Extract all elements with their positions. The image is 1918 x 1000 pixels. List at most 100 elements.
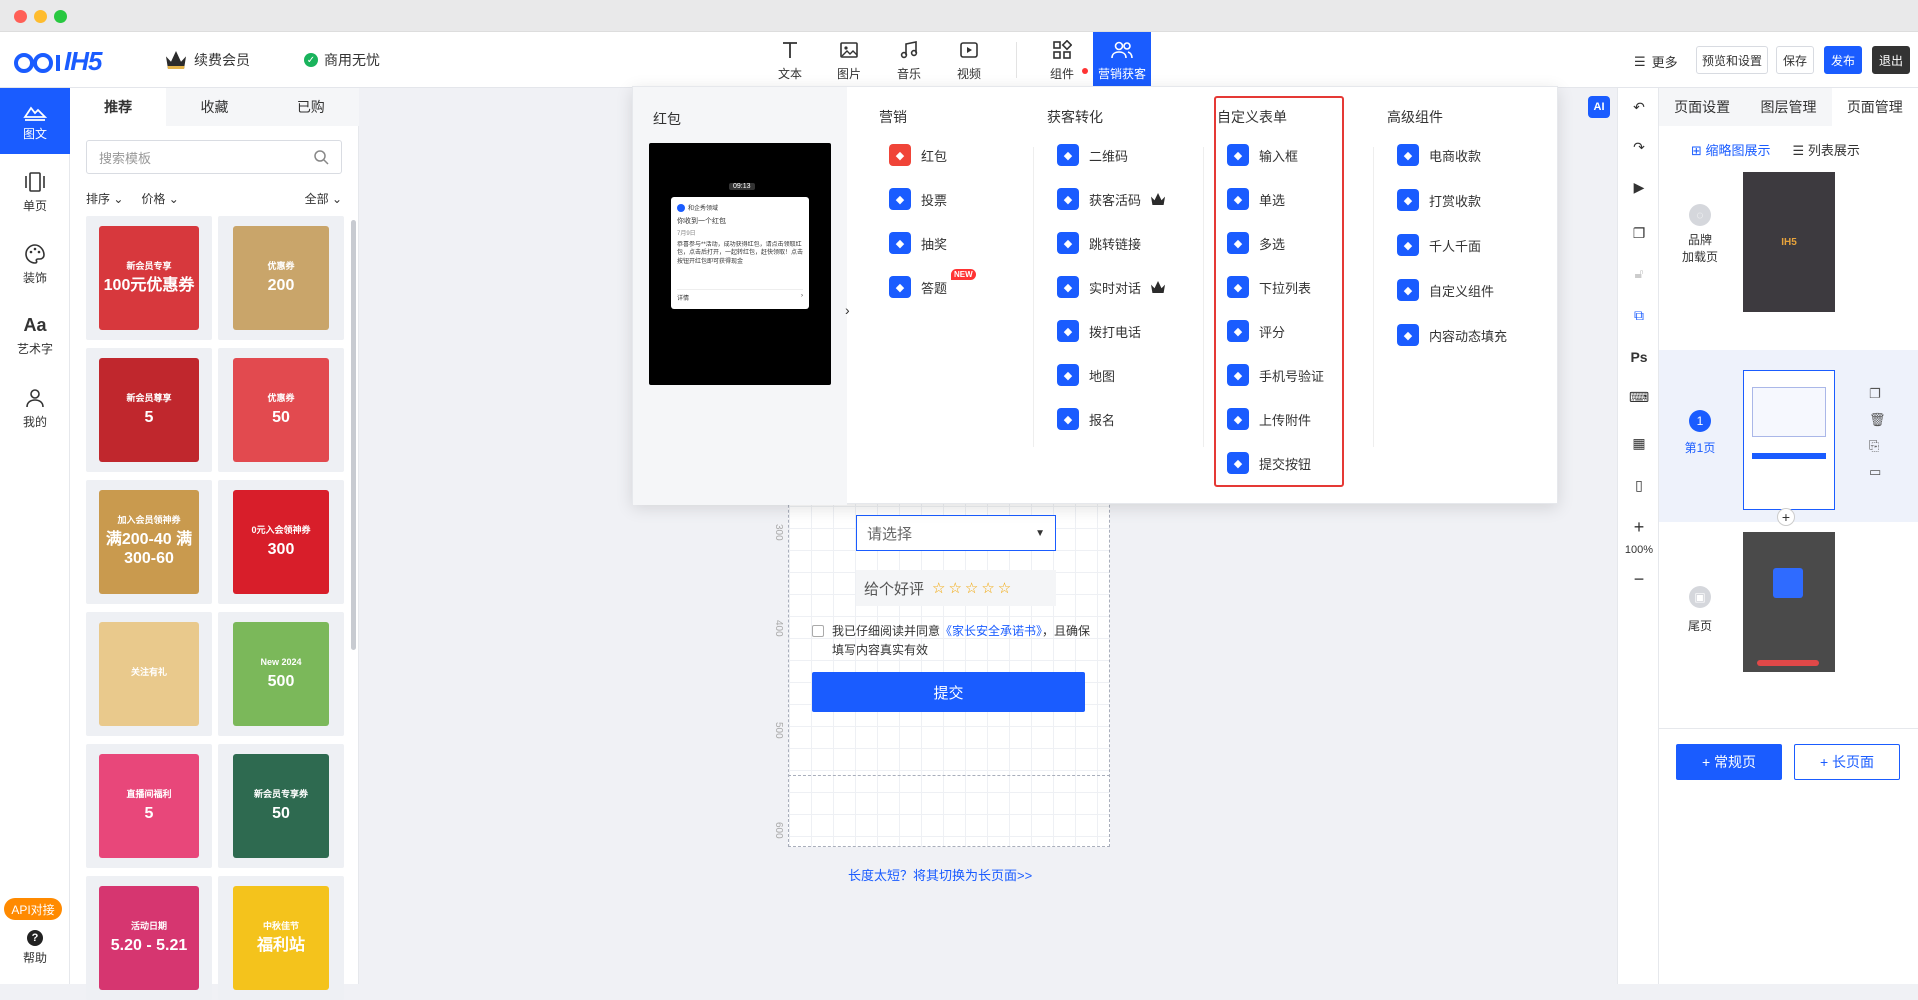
tab-page-management[interactable]: 页面管理	[1831, 88, 1918, 126]
more-menu[interactable]: ☰ 更多	[1634, 52, 1678, 71]
tab-layer-management[interactable]: 图层管理	[1745, 88, 1831, 126]
mobile-icon[interactable]: ▯	[1618, 472, 1660, 498]
component-item[interactable]: ◆ 答题 NEW	[889, 269, 976, 299]
agreement-checkbox-row[interactable]: 我已仔细阅读并同意《家长安全承诺书》，且确保填写内容真实有效	[812, 622, 1094, 660]
exit-button[interactable]: 退出	[1872, 46, 1910, 74]
form-rating[interactable]: 给个好评 ☆☆☆☆☆	[856, 570, 1056, 606]
tab-recommend[interactable]: 推荐	[70, 88, 167, 126]
play-icon[interactable]: ▶	[1618, 174, 1660, 200]
publish-button[interactable]: 发布	[1824, 46, 1862, 74]
agreement-link[interactable]: 《家长安全承诺书》	[940, 624, 1042, 638]
template-card[interactable]: 新会员专享 100元优惠券	[86, 216, 212, 340]
component-item[interactable]: ◆ 电商收款	[1397, 143, 1481, 167]
keyboard-icon[interactable]: ⌨	[1618, 384, 1660, 410]
tab-purchased[interactable]: 已购	[263, 88, 359, 126]
form-submit-button[interactable]: 提交	[812, 672, 1085, 712]
tool-music[interactable]: 音乐	[880, 32, 938, 88]
add-page-below-icon[interactable]: +	[1777, 508, 1795, 526]
agreement-checkbox[interactable]	[812, 625, 824, 637]
tool-video[interactable]: 视频	[940, 32, 998, 88]
component-item[interactable]: ◆ 跳转链接	[1057, 231, 1141, 255]
component-item[interactable]: ◆ 地图	[1057, 363, 1115, 387]
delete-icon[interactable]: 🗑︎	[1869, 412, 1886, 428]
tab-favorites[interactable]: 收藏	[166, 88, 262, 126]
zoom-out-icon[interactable]: −	[1618, 566, 1660, 592]
maximize-window-button[interactable]	[54, 10, 67, 23]
nav-item-single-page[interactable]: 单页	[0, 162, 70, 222]
expand-arrow-icon[interactable]: ›	[845, 302, 850, 318]
grid-icon[interactable]: ▦	[1618, 430, 1660, 456]
component-item[interactable]: ◆ 获客活码	[1057, 187, 1166, 211]
tool-marketing[interactable]: 营销获客	[1093, 32, 1151, 88]
template-card[interactable]: 中秋佳节 福利站	[218, 876, 344, 1000]
template-scrollbar[interactable]	[351, 220, 356, 650]
page-row-brand-loading[interactable]: ◌ 品牌 加载页 IH5	[1659, 164, 1918, 336]
app-logo[interactable]: IH5	[12, 46, 102, 77]
add-normal-page-button[interactable]: + 常规页	[1676, 744, 1782, 780]
template-card[interactable]: 0元入会领神券 300	[218, 480, 344, 604]
tool-image[interactable]: 图片	[820, 32, 878, 88]
template-card[interactable]: 加入会员领神券 满200-40 满300-60	[86, 480, 212, 604]
list-view-toggle[interactable]: ☰ 列表展示	[1793, 140, 1860, 159]
price-dropdown[interactable]: 价格 ⌄	[141, 190, 178, 207]
template-card[interactable]: 优惠券 200	[218, 216, 344, 340]
nav-item-graphics[interactable]: 图文	[0, 88, 70, 154]
scan-icon[interactable]: ⧉	[1618, 302, 1660, 328]
component-item[interactable]: ◆ 二维码	[1057, 143, 1128, 167]
template-card[interactable]: 新会员专享券 50	[218, 744, 344, 868]
template-card[interactable]: 活动日期 5.20 - 5.21	[86, 876, 212, 1000]
component-item[interactable]: ◆ 千人千面	[1397, 233, 1481, 257]
nav-item-mine[interactable]: 我的	[0, 378, 70, 438]
component-item[interactable]: ◆ 报名	[1057, 407, 1115, 431]
page-thumbnail[interactable]	[1743, 370, 1835, 510]
help-button[interactable]: ? 帮助	[0, 930, 70, 966]
ai-assistant-button[interactable]: AI	[1588, 96, 1610, 118]
template-card[interactable]: 新会员尊享 5	[86, 348, 212, 472]
switch-long-page-link[interactable]: 长度太短？将其切换为长页面>>	[848, 865, 1032, 884]
all-dropdown[interactable]: 全部 ⌄	[305, 190, 342, 207]
page-row-end[interactable]: ▣ 尾页	[1659, 532, 1918, 704]
renew-member-link[interactable]: 续费会员	[166, 50, 250, 70]
template-card[interactable]: New 2024 500	[218, 612, 344, 736]
component-item[interactable]: ◆ 内容动态填充	[1397, 323, 1507, 347]
sort-dropdown[interactable]: 排序 ⌄	[86, 190, 123, 207]
component-item[interactable]: ◆ 投票	[889, 187, 947, 211]
folder-icon[interactable]: ▭	[1869, 464, 1886, 480]
api-integration-button[interactable]: API对接	[4, 898, 62, 920]
copy-page-icon[interactable]: ❐	[1618, 220, 1660, 246]
template-search-input[interactable]: 搜索模板	[86, 140, 342, 174]
star-icons[interactable]: ☆☆☆☆☆	[932, 579, 1014, 597]
component-item[interactable]: ◆ 抽奖	[889, 231, 947, 255]
thumbnail-view-toggle[interactable]: ⊞ 缩略图展示	[1691, 140, 1771, 159]
photoshop-icon[interactable]: Ps	[1618, 344, 1660, 370]
save-button[interactable]: 保存	[1776, 46, 1814, 74]
component-item[interactable]: ◆ 拨打电话	[1057, 319, 1141, 343]
duplicate-icon[interactable]: ⎘	[1869, 438, 1886, 454]
tool-text[interactable]: 文本	[761, 32, 819, 88]
page-row-page-1[interactable]: 1 第1页 ❐ 🗑︎ ⎘ ▭	[1659, 350, 1918, 522]
form-dropdown[interactable]: 请选择 ▼	[856, 515, 1056, 551]
minimize-window-button[interactable]	[34, 10, 47, 23]
template-card[interactable]: 关注有礼	[86, 612, 212, 736]
lock-icon[interactable]: 🔓︎	[1618, 260, 1660, 286]
tool-components[interactable]: 组件	[1033, 32, 1091, 88]
close-window-button[interactable]	[14, 10, 27, 23]
page-thumbnail[interactable]: IH5	[1743, 172, 1835, 312]
zoom-in-icon[interactable]: +	[1618, 514, 1660, 540]
preview-settings-button[interactable]: 预览和设置	[1696, 46, 1768, 74]
redo-icon[interactable]: ↷	[1618, 134, 1660, 160]
template-card[interactable]: 直播间福利 5	[86, 744, 212, 868]
commercial-badge[interactable]: ✓ 商用无忧	[304, 50, 380, 70]
component-item[interactable]: ◆ 实时对话	[1057, 275, 1166, 299]
copy-icon[interactable]: ❐	[1869, 386, 1886, 402]
template-card[interactable]: 优惠券 50	[218, 348, 344, 472]
tab-page-settings[interactable]: 页面设置	[1659, 88, 1745, 126]
component-item[interactable]: ◆ 自定义组件	[1397, 278, 1494, 302]
component-item[interactable]: ◆ 打赏收款	[1397, 188, 1481, 212]
undo-icon[interactable]: ↶	[1618, 94, 1660, 120]
add-long-page-button[interactable]: + 长页面	[1794, 744, 1900, 780]
nav-item-decoration[interactable]: 装饰	[0, 234, 70, 294]
page-thumbnail[interactable]	[1743, 532, 1835, 672]
search-icon[interactable]	[313, 149, 329, 165]
component-item[interactable]: ◆ 红包	[889, 143, 947, 167]
